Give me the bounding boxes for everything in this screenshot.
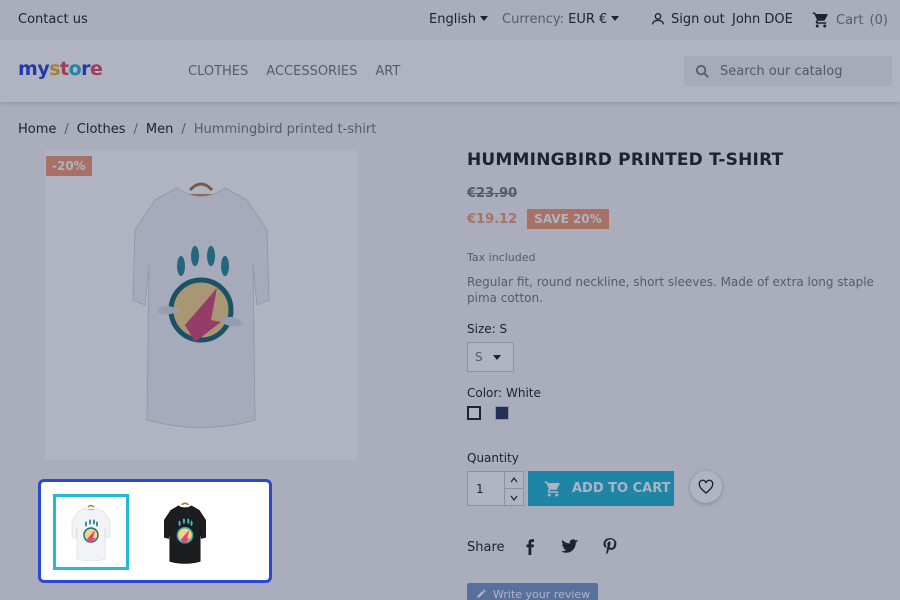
quantity-stepper [505, 471, 524, 506]
currency-value: EUR € [568, 12, 608, 27]
logo-letter: y [37, 58, 50, 80]
wishlist-button[interactable] [690, 471, 722, 503]
cart-label: Cart [836, 12, 864, 28]
logo-letter: m [18, 58, 38, 80]
main-nav: CLOTHES ACCESSORIES ART [188, 64, 400, 79]
write-review-label: Write your review [493, 588, 591, 600]
write-review-button[interactable]: Write your review [467, 583, 598, 600]
tshirt-white-thumbnail [71, 504, 111, 562]
discount-flag: -20% [46, 156, 92, 176]
facebook-icon [526, 539, 534, 555]
tshirt-black-thumbnail [164, 502, 206, 564]
tshirt-white-image [132, 182, 270, 428]
pinterest-icon [603, 538, 616, 555]
breadcrumb-men[interactable]: Men [146, 122, 173, 137]
size-select-value: S [475, 350, 483, 364]
top-bar: Contact us English Currency: EUR € Sign … [0, 0, 900, 40]
size-select[interactable]: S [467, 342, 514, 372]
quantity-label: Quantity [467, 451, 519, 465]
chevron-down-icon [510, 495, 518, 501]
breadcrumb-clothes[interactable]: Clothes [77, 122, 126, 137]
add-to-cart-button[interactable]: ADD TO CART [528, 471, 674, 506]
breadcrumb-home[interactable]: Home [18, 122, 56, 137]
search-input[interactable] [720, 63, 880, 79]
heart-icon [698, 479, 714, 494]
chevron-down-icon [492, 354, 501, 360]
quantity-increment-button[interactable] [505, 472, 523, 489]
thumbnail-white-tshirt[interactable] [53, 494, 129, 570]
chevron-up-icon [510, 477, 518, 483]
language-label: English [429, 12, 476, 27]
currency-label: Currency: [502, 12, 565, 27]
breadcrumb-current: Hummingbird printed t-shirt [193, 122, 377, 137]
current-price: €19.12 [467, 211, 518, 227]
regular-price: €23.90 [467, 186, 518, 201]
twitter-icon [560, 539, 578, 553]
store-logo[interactable]: my store [18, 58, 103, 80]
quantity-input[interactable]: 1 [467, 471, 505, 506]
color-label: Color: White [467, 386, 541, 400]
logo-letter: o [68, 58, 82, 80]
breadcrumb-separator: / [133, 122, 138, 137]
share-section: Share [467, 532, 625, 562]
cart-count: (0) [869, 12, 888, 28]
thumbnail-carousel [38, 479, 272, 583]
nav-item-art[interactable]: ART [375, 64, 400, 79]
thumbnail-black-tshirt[interactable] [147, 494, 223, 570]
logo-letter: s [49, 58, 61, 80]
product-info: HUMMINGBIRD PRINTED T-SHIRT €23.90 €19.1… [467, 150, 887, 420]
sign-out-link[interactable]: Sign out [650, 11, 725, 27]
cart-button[interactable]: Cart (0) [803, 0, 891, 40]
breadcrumb: Home / Clothes / Men / Hummingbird print… [18, 122, 376, 137]
cart-add-icon [544, 481, 560, 496]
pencil-icon [477, 589, 486, 598]
color-swatches [467, 406, 887, 420]
language-selector[interactable]: English [429, 12, 488, 27]
product-description: Regular fit, round neckline, short sleev… [467, 275, 874, 305]
share-twitter-button[interactable] [554, 532, 585, 562]
share-facebook-button[interactable] [514, 532, 545, 562]
cart-icon [812, 12, 828, 28]
product-title: HUMMINGBIRD PRINTED T-SHIRT [467, 150, 784, 170]
add-to-cart-label: ADD TO CART [572, 481, 671, 496]
save-badge: SAVE 20% [527, 209, 609, 229]
share-pinterest-button[interactable] [594, 532, 625, 562]
breadcrumb-separator: / [181, 122, 186, 137]
quantity-decrement-button[interactable] [505, 489, 523, 506]
breadcrumb-separator: / [64, 122, 69, 137]
user-icon [652, 13, 664, 25]
chevron-down-icon [611, 16, 620, 21]
nav-item-clothes[interactable]: CLOTHES [188, 64, 248, 79]
main-header: my store CLOTHES ACCESSORIES ART [0, 40, 900, 102]
account-link[interactable]: John DOE [732, 12, 793, 27]
sign-out-label: Sign out [671, 11, 725, 27]
chevron-down-icon [479, 16, 488, 21]
nav-item-accessories[interactable]: ACCESSORIES [266, 64, 357, 79]
color-swatch-black[interactable] [495, 406, 509, 420]
logo-letter: r [81, 58, 91, 80]
search-icon[interactable] [694, 63, 711, 80]
tax-label: Tax included [467, 251, 536, 264]
color-swatch-white[interactable] [467, 406, 481, 420]
logo-letter: t [60, 58, 69, 80]
price-row: €19.12 SAVE 20% [467, 209, 887, 229]
share-label: Share [467, 539, 505, 555]
search-box [684, 56, 892, 86]
contact-us-link[interactable]: Contact us [18, 12, 88, 27]
logo-letter: e [90, 58, 103, 80]
size-label: Size: S [467, 322, 508, 336]
currency-selector[interactable]: Currency: EUR € [502, 12, 620, 27]
product-main-image[interactable] [45, 150, 357, 460]
